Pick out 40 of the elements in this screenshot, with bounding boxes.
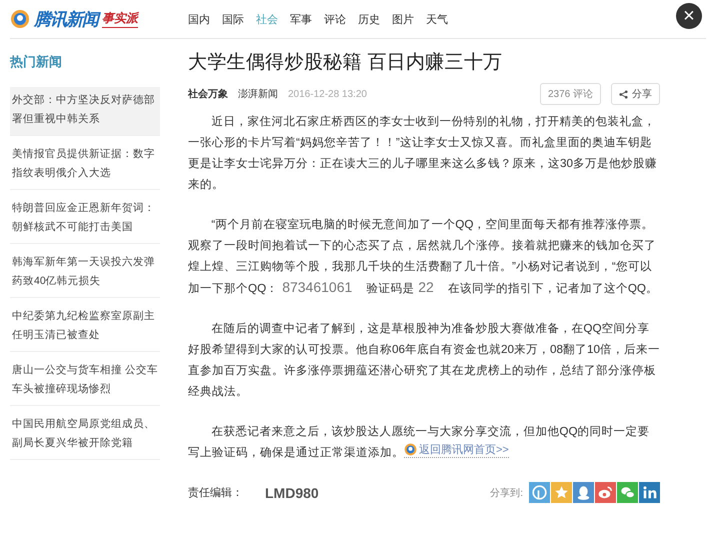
news-link[interactable]: 唐山一公交与货车相撞 公交车车头被撞碎现场惨烈 <box>10 357 160 406</box>
nav-tab[interactable]: 历史 <box>358 12 380 26</box>
article-paragraph: 在获悉记者来意之后，该炒股达人愿统一与大家分享交流，但加他QQ的同时一定要写上验证码，确保是通过正常渠道添加。 返回腾讯网首页>> <box>188 424 651 461</box>
news-link[interactable]: 外交部：中方坚决反对萨德部署但重视中韩关系 <box>10 87 160 136</box>
editor-label: 责任编辑： <box>188 486 243 500</box>
share-icon <box>619 90 628 98</box>
news-link[interactable]: 中国民用航空局原党组成员、副局长夏兴华被开除党籍 <box>10 411 160 460</box>
news-link[interactable]: 美情报官员提供新证据：数字指纹表明俄介入大选 <box>10 141 160 190</box>
comments-button[interactable]: 2376 评论 <box>540 83 601 105</box>
logo-icon <box>10 9 30 29</box>
article-paragraph: 在随后的调查中记者了解到，这是草根股神为准备炒股大赛做准备，在QQ空间分享好股希望得到大家的认可投票。他自称06年底自有资金也就20来万，08翻了10倍，后来一直参加百万实盘。许多涨停票拥蕴还潜心研究了其在龙虎榜上的动作，总结了部分涨停板经典战法。 <box>188 321 660 400</box>
category-label[interactable]: 社会万象 <box>188 87 228 101</box>
nav-tab[interactable]: 图片 <box>392 12 414 26</box>
close-button[interactable]: × <box>676 3 702 29</box>
penguin-icon[interactable] <box>573 482 594 503</box>
publish-time: 2016-12-28 13:20 <box>288 88 367 100</box>
nav-tab[interactable]: 国际 <box>222 12 244 26</box>
chat-bubbles-icon[interactable] <box>617 482 638 503</box>
share-label: 分享到: <box>490 486 523 500</box>
news-link[interactable]: 中纪委第九纪检监察室原副主任明玉清已被查处 <box>10 303 160 352</box>
nav-tab[interactable]: 天气 <box>426 12 448 26</box>
article-paragraph: “两个月前在寝室玩电脑的时候无意间加了一个QQ，空间里面每天都有推荐涨停票。观察了一段时间抱着试一下的心态买了点，居然就几个涨停。接着就把赚来的钱加仓买了煌上煌、三江购物等个股，我那几千块的生活费翻了几十倍。”小杨对记者说到，“您可以加一下那个QQ： 873461061 验证码是 22 在该同学的指引下，记者加了这个QQ。 <box>188 217 660 297</box>
home-link[interactable]: 返回腾讯网首页>> <box>404 442 509 458</box>
sidebar-title: 热门新闻 <box>10 53 63 71</box>
article-paragraph: 近日，家住河北石家庄桥西区的李女士收到一份特别的礼物，打开精美的包装礼盒，一张心形的卡片写着“妈妈您辛苦了！！”这让李女士又惊又喜。而礼盒里面的奥迪车钥匙更是让李女士诧异万分：正在读大三的儿子哪里来这么多钱？原来，这30多万是他炒股赚来的。 <box>188 114 658 193</box>
news-link[interactable]: 特朗普回应金正恩新年贺词：朝鲜核武不可能打击美国 <box>10 195 160 244</box>
logo-badge: 事实派 <box>102 10 138 28</box>
editor-name: LMD980 <box>265 484 319 500</box>
share-button[interactable]: 分享 <box>611 83 660 105</box>
nav-tab[interactable]: 国内 <box>188 12 210 26</box>
article-title: 大学生偶得炒股秘籍 百日内赚三十万 <box>188 51 504 75</box>
nav-tab[interactable]: 评论 <box>324 12 346 26</box>
in-logo-icon[interactable] <box>639 482 660 503</box>
nav-tab[interactable]: 军事 <box>290 12 312 26</box>
logo-icon <box>404 443 417 456</box>
source-label: 澎湃新闻 <box>238 88 278 101</box>
p-logo-icon[interactable] <box>529 482 550 503</box>
logo-text[interactable]: 腾讯新闻 <box>34 8 98 30</box>
eye-icon[interactable] <box>595 482 616 503</box>
news-link[interactable]: 韩海军新年第一天误投六发弹药致40亿韩元损失 <box>10 249 160 298</box>
